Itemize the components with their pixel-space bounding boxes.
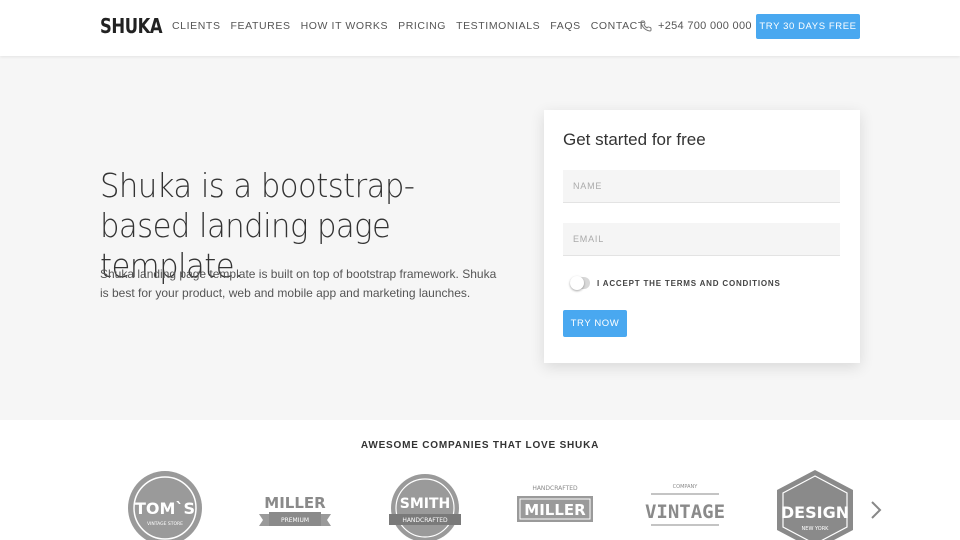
logo-text-main: MILLER: [264, 494, 326, 512]
phone-contact[interactable]: +254 700 000 000: [640, 20, 752, 32]
name-field[interactable]: [563, 170, 840, 203]
nav-item-how-it-works[interactable]: HOW IT WORKS: [301, 20, 389, 32]
company-logo-smith: SMITH HANDCRAFTED: [385, 470, 465, 540]
chevron-right-icon[interactable]: [868, 498, 884, 522]
nav-item-features[interactable]: FEATURES: [231, 20, 291, 32]
toggle-knob: [570, 276, 584, 290]
try-now-button[interactable]: TRY NOW: [563, 310, 627, 337]
terms-label: I ACCEPT THE TERMS AND CONDITIONS: [597, 279, 781, 288]
company-logo-vintage: COMPANY VINTAGE: [645, 470, 725, 540]
phone-number: +254 700 000 000: [658, 20, 752, 32]
main-nav: CLIENTS FEATURES HOW IT WORKS PRICING TE…: [172, 20, 645, 32]
signup-title: Get started for free: [563, 130, 706, 149]
logo-text-sub: HANDCRAFTED: [532, 485, 578, 492]
nav-item-pricing[interactable]: PRICING: [398, 20, 446, 32]
logo-text-sub: NEW YORK: [802, 526, 830, 532]
hero-description: Shuka landing page template is built on …: [100, 267, 497, 300]
site-header: SHUKA CLIENTS FEATURES HOW IT WORKS PRIC…: [0, 0, 960, 56]
nav-item-clients[interactable]: CLIENTS: [172, 20, 221, 32]
email-field[interactable]: [563, 223, 840, 256]
logo-text-main: MILLER: [524, 501, 586, 519]
logo-text-main: DESIGN: [781, 503, 849, 522]
company-logo-design: DESIGN NEW YORK: [775, 470, 855, 540]
logo-text-sub: HANDCRAFTED: [402, 517, 448, 524]
logo-text-sub: COMPANY: [673, 484, 699, 490]
companies-section: AWESOME COMPANIES THAT LOVE SHUKA TOM`S …: [0, 420, 960, 540]
nav-item-testimonials[interactable]: TESTIMONIALS: [456, 20, 540, 32]
companies-title: AWESOME COMPANIES THAT LOVE SHUKA: [360, 440, 600, 451]
logo-text-sub: PREMIUM: [281, 517, 309, 524]
company-logo-miller-handcrafted: HANDCRAFTED MILLER: [515, 470, 595, 540]
try-30-days-button[interactable]: TRY 30 DAYS FREE: [756, 14, 860, 39]
signup-card: Get started for free I ACCEPT THE TERMS …: [544, 110, 860, 363]
nav-item-faqs[interactable]: FAQS: [550, 20, 580, 32]
phone-icon: [640, 20, 652, 32]
company-logo-miller-premium: MILLER PREMIUM: [255, 470, 335, 540]
logo-text-main: SMITH: [400, 496, 451, 512]
nav-item-contact[interactable]: CONTACT: [591, 20, 645, 32]
terms-toggle[interactable]: [570, 276, 590, 290]
logo-text-sub: VINTAGE STORE: [147, 521, 183, 527]
logo-text-main: VINTAGE: [645, 501, 725, 523]
logo-text-main: TOM`S: [135, 499, 195, 518]
company-logo-toms: TOM`S VINTAGE STORE: [125, 470, 205, 540]
brand-logo[interactable]: SHUKA: [100, 14, 163, 38]
